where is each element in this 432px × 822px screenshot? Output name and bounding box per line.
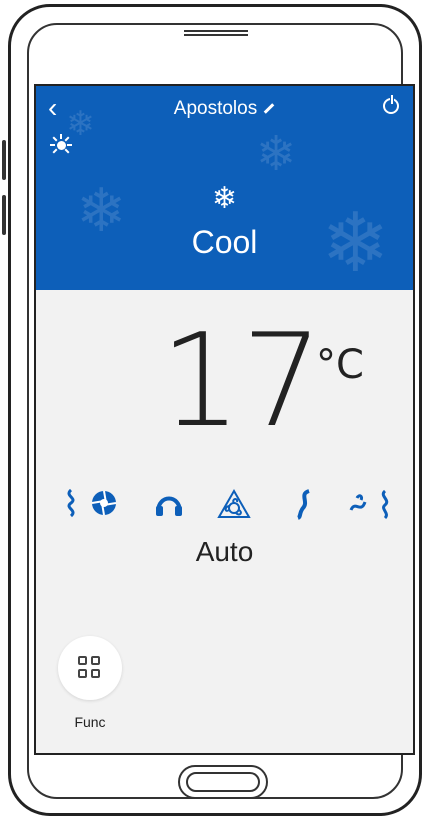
edit-pencil-icon[interactable] [263,103,275,114]
quiet-fan-icon[interactable] [150,488,188,526]
swing-vertical-icon[interactable] [290,488,318,526]
device-name: Apostolos [173,98,258,119]
device-title[interactable]: Apostolos [36,98,413,120]
func-button[interactable] [58,636,122,700]
cool-mode-snowflake-icon[interactable]: ❄ [36,184,413,214]
func-label: Func [74,714,106,730]
volume-button [2,140,6,180]
power-icon[interactable] [383,95,399,114]
grid-icon [78,656,102,680]
fan-mode-label: Auto [195,536,254,567]
app-screen: ❄ ❄ ❄ ❄ ‹ Apostolos ❄ Cool 17 °C Auto Fu… [34,84,415,755]
auto-fan-icon[interactable] [214,488,254,526]
power-side-button [2,195,6,235]
fan-speed-1-icon[interactable] [54,488,88,526]
mode-label[interactable]: Cool [36,224,413,261]
fan-speed-2-icon[interactable] [86,488,122,526]
temperature-unit: °C [316,342,364,388]
light-bulb-icon[interactable] [50,134,72,156]
swing-horizontal-icon[interactable] [342,488,398,526]
temperature-value[interactable]: 17 [160,318,323,446]
fan-mode-row [54,488,399,526]
home-button[interactable] [178,765,268,799]
snowflake-decoration-icon: ❄ [256,126,297,182]
mode-header: ❄ ❄ ❄ ❄ ‹ Apostolos ❄ Cool [36,86,413,290]
earpiece-speaker [184,30,248,36]
